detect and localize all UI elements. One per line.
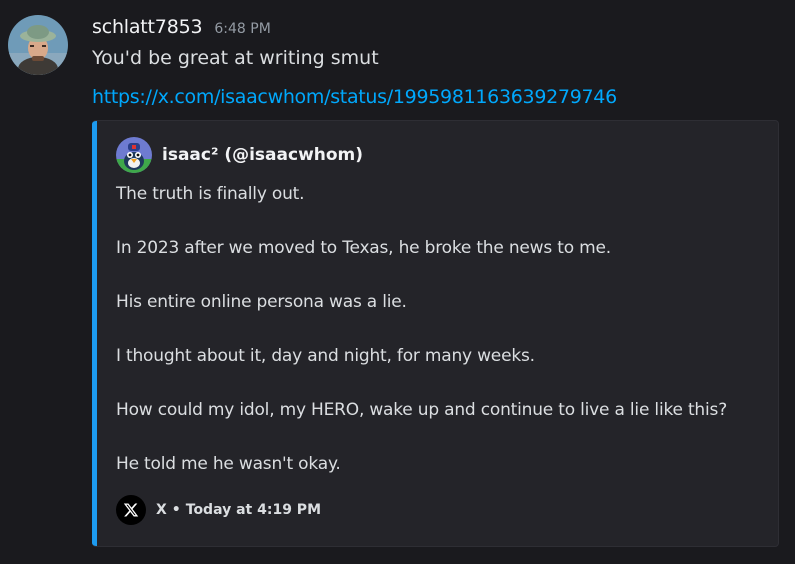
embed-author-name[interactable]: isaac² (@isaacwhom) <box>162 145 363 165</box>
tweet-link[interactable]: https://x.com/isaacwhom/status/199598116… <box>92 86 617 108</box>
footer-separator: • <box>171 502 181 518</box>
embed-line: I thought about it, day and night, for m… <box>116 346 535 366</box>
embed-author[interactable]: isaac² (@isaacwhom) <box>116 137 363 173</box>
username[interactable]: schlatt7853 <box>92 16 203 38</box>
user-avatar[interactable] <box>8 15 68 75</box>
embed-description: The truth is finally out. In 2023 after … <box>116 183 766 507</box>
author-avatar-image <box>116 137 152 173</box>
embed-line: He told me he wasn't okay. <box>116 454 341 474</box>
message-header: schlatt7853 6:48 PM <box>92 16 271 38</box>
link-embed: isaac² (@isaacwhom) The truth is finally… <box>92 120 779 547</box>
embed-line: The truth is finally out. <box>116 184 305 204</box>
footer-source: X <box>156 502 167 518</box>
embed-author-avatar[interactable] <box>116 137 152 173</box>
x-logo-icon <box>116 495 146 525</box>
chat-message: schlatt7853 6:48 PM You'd be great at wr… <box>0 0 795 564</box>
embed-accent-bar <box>92 121 97 546</box>
embed-line: In 2023 after we moved to Texas, he brok… <box>116 238 611 258</box>
embed-line: His entire online persona was a lie. <box>116 292 407 312</box>
embed-footer: X • Today at 4:19 PM <box>116 495 321 525</box>
message-content: You'd be great at writing smut <box>92 47 379 69</box>
footer-time: Today at 4:19 PM <box>185 502 321 518</box>
embed-line: How could my idol, my HERO, wake up and … <box>116 400 728 420</box>
message-timestamp: 6:48 PM <box>214 21 271 37</box>
user-avatar-image <box>8 15 68 75</box>
embed-footer-text: X • Today at 4:19 PM <box>156 502 321 518</box>
